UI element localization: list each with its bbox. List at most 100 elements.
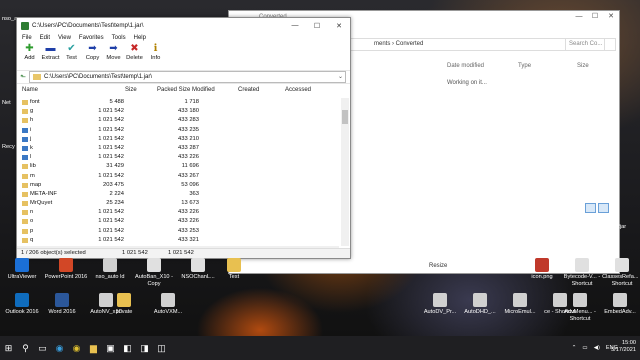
col-modified[interactable]: Modified (192, 87, 215, 93)
menu-favorites[interactable]: Favorites (79, 35, 104, 41)
archive-window[interactable]: C:\Users\PC\Documents\Test\temp\1.jar\ —… (16, 17, 351, 259)
col-packed-size[interactable]: Packed Size (157, 87, 190, 93)
menu-edit[interactable]: Edit (40, 35, 50, 41)
col-accessed[interactable]: Accessed (285, 87, 311, 93)
browser-edge-icon[interactable]: ◉ (51, 336, 68, 360)
desktop-icon-left-1[interactable]: nso_a (2, 16, 17, 22)
desktop-icon[interactable]: ClassesRefa... - Shortcut (600, 258, 640, 287)
desktop-icon[interactable]: Word 2016 (40, 293, 84, 316)
cell-size: 1 021 542 (98, 172, 124, 179)
store-icon[interactable]: ▣ (102, 336, 119, 360)
minimize-button[interactable]: — (284, 22, 306, 29)
table-row[interactable]: h 1 021 542 433 283 (17, 116, 339, 125)
desktop-icon[interactable]: Test (212, 258, 256, 281)
table-row[interactable]: q 1 021 542 433 321 (17, 236, 339, 245)
taskbar-app-icon[interactable]: ◧ (119, 336, 136, 360)
desktop-icon[interactable]: Bytecode-V... - Shortcut (560, 258, 604, 287)
desktop-icon-left-2[interactable]: Net (2, 100, 11, 106)
table-row[interactable]: p 1 021 542 433 253 (17, 227, 339, 236)
folder-icon (22, 173, 28, 179)
col-created[interactable]: Created (238, 87, 259, 93)
cell-name: o (30, 218, 34, 225)
menu-file[interactable]: File (22, 35, 32, 41)
close-button[interactable]: ✕ (328, 22, 350, 30)
desktop-icon-right-edge[interactable]: v2jar (598, 224, 640, 231)
table-row[interactable]: MrQuyet 25 234 13 673 (17, 199, 339, 208)
explorer-col-size[interactable]: Size (577, 63, 589, 69)
table-row[interactable]: n 1 021 542 433 226 (17, 208, 339, 217)
desktop-icon[interactable]: AutoDHD_... (458, 293, 502, 316)
desktop-icon-label: Test (228, 274, 240, 280)
menu-tools[interactable]: Tools (112, 35, 126, 41)
table-row[interactable]: o 1 021 542 433 226 (17, 217, 339, 226)
explorer-close-button[interactable]: ✕ (603, 11, 619, 23)
table-row[interactable]: i 1 021 542 433 235 (17, 126, 339, 135)
tiles-view-icon[interactable] (598, 203, 609, 213)
col-size[interactable]: Size (125, 87, 137, 93)
clock[interactable]: 15:00 5/17/2021 (611, 340, 636, 354)
folder-icon (22, 219, 28, 225)
cell-packed: 11 696 (181, 163, 199, 170)
network-icon[interactable]: ▭ (582, 345, 587, 351)
taskbar-app3-icon[interactable]: ◫ (153, 336, 170, 360)
col-name[interactable]: Name (22, 87, 38, 93)
desktop-icon[interactable]: EmbedAdv... (598, 293, 640, 316)
desktop-icon-left-3[interactable]: Recy (2, 144, 15, 150)
up-folder-icon[interactable]: ⬑ (17, 73, 29, 81)
search-icon[interactable]: ⚲ (17, 336, 34, 360)
desktop-icon[interactable]: UltraViewer (0, 258, 44, 281)
table-row[interactable]: j 1 021 542 433 210 (17, 135, 339, 144)
explorer-col-date[interactable]: Date modified (447, 63, 484, 69)
desktop-icon[interactable]: PowerPoint 2016 (44, 258, 88, 281)
table-row[interactable]: g 1 021 542 433 180 (17, 107, 339, 116)
desktop-icon[interactable]: AutoVXM... (146, 293, 190, 316)
toolbar-copy-button[interactable]: ➡ Copy (82, 43, 103, 70)
table-row[interactable]: font 5 488 1 718 (17, 98, 339, 107)
file-explorer-icon[interactable]: ▆ (85, 336, 102, 360)
table-row[interactable]: lib 31 429 11 696 (17, 162, 339, 171)
explorer-resize-label[interactable]: Resize (429, 263, 447, 269)
table-row[interactable]: map 203 475 53 096 (17, 181, 339, 190)
maximize-button[interactable]: ☐ (306, 22, 328, 30)
chevron-down-icon[interactable]: ⌄ (338, 72, 343, 82)
start-icon[interactable]: ⊞ (0, 336, 17, 360)
desktop-icon[interactable]: private (102, 293, 146, 316)
explorer-maximize-button[interactable]: ☐ (587, 11, 603, 23)
address-bar[interactable]: C:\Users\PC\Documents\Test\temp\1.jar\ ⌄ (29, 71, 346, 83)
task-view-icon[interactable]: ▭ (34, 336, 51, 360)
toolbar-info-button[interactable]: ℹ Info (145, 43, 166, 70)
vertical-scrollbar[interactable] (341, 98, 349, 246)
cell-size: 1 021 542 (98, 135, 124, 142)
browser-chrome-icon[interactable]: ◉ (68, 336, 85, 360)
toolbar-extract-button[interactable]: ▬ Extract (40, 43, 61, 70)
desktop-icon[interactable]: AutoDV_Pr... (418, 293, 462, 316)
toolbar-test-button[interactable]: ✔ Test (61, 43, 82, 70)
desktop-icon[interactable]: MicroEmul... (498, 293, 542, 316)
table-row[interactable]: k 1 021 542 433 287 (17, 144, 339, 153)
menu-view[interactable]: View (58, 35, 71, 41)
toolbar-move-button[interactable]: ➡ Move (103, 43, 124, 70)
table-row[interactable]: m 1 021 542 433 267 (17, 172, 339, 181)
table-row[interactable]: l 1 021 542 433 226 (17, 153, 339, 162)
explorer-search-input[interactable]: Search Co... (565, 38, 616, 51)
details-view-icon[interactable] (585, 203, 596, 213)
cell-packed: 13 673 (181, 200, 199, 207)
desktop-icon[interactable]: AutoBan_X10 - Copy (132, 258, 176, 287)
window-titlebar[interactable]: C:\Users\PC\Documents\Test\temp\1.jar\ —… (17, 18, 350, 33)
cell-size: 1 021 542 (98, 236, 124, 243)
explorer-col-type[interactable]: Type (518, 63, 531, 69)
scrollbar-thumb[interactable] (342, 110, 348, 124)
desktop-icon[interactable]: AdvMenu... - Shortcut (558, 293, 602, 322)
delete-icon: ✖ (130, 43, 139, 54)
toolbar-delete-button[interactable]: ✖ Delete (124, 43, 145, 70)
desktop-icon[interactable]: icon.png (520, 258, 564, 281)
toolbar-add-button[interactable]: ✚ Add (19, 43, 40, 70)
desktop-icon[interactable]: Outlook 2016 (0, 293, 44, 316)
desktop-icon[interactable]: nso_auto ld (88, 258, 132, 281)
volume-icon[interactable]: ◀) (594, 345, 600, 351)
menu-help[interactable]: Help (134, 35, 146, 41)
chevron-up-icon[interactable]: ⌃ (572, 345, 577, 351)
taskbar-app2-icon[interactable]: ◨ (136, 336, 153, 360)
explorer-minimize-button[interactable]: — (571, 11, 587, 23)
table-row[interactable]: META-INF 2 224 363 (17, 190, 339, 199)
